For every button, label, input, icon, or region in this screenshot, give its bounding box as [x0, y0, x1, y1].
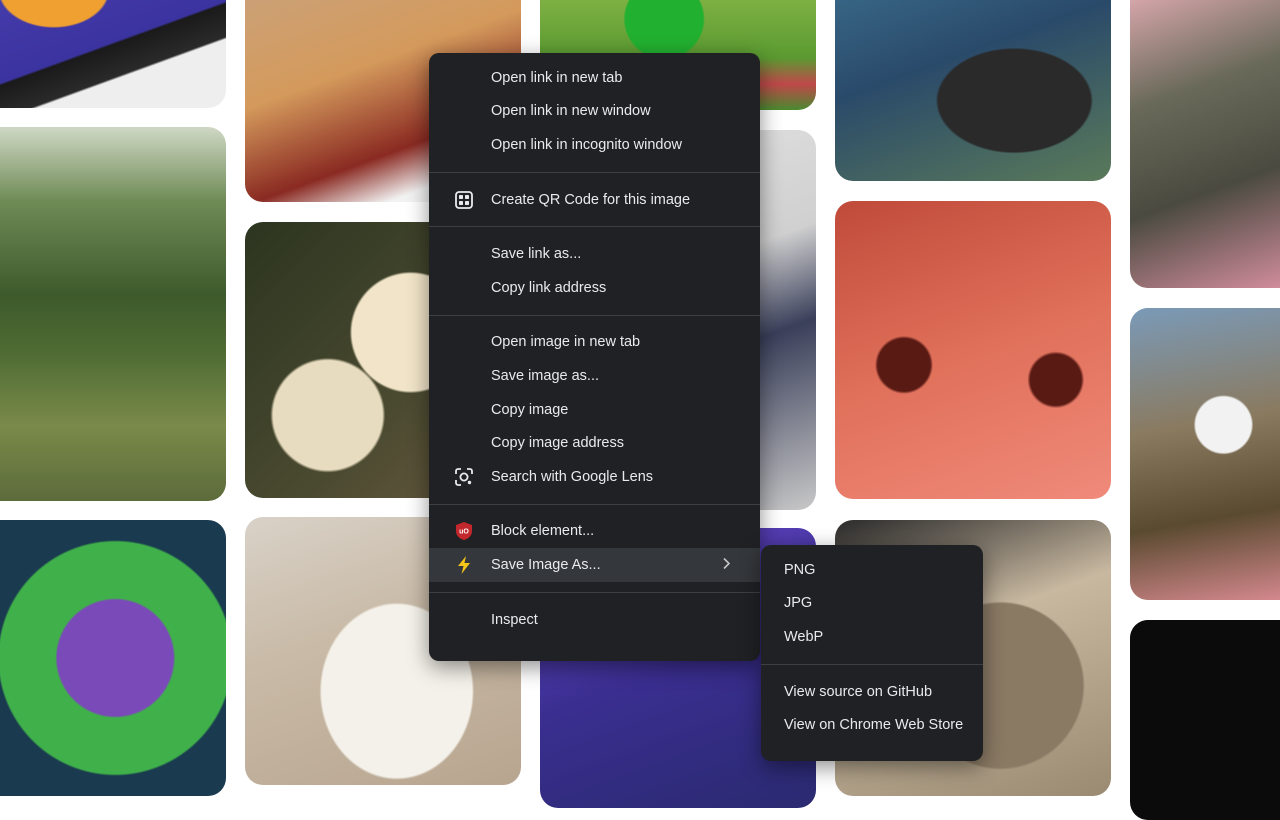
submenu-item-label: PNG — [784, 561, 816, 578]
menu-copy-image[interactable]: Copy image — [429, 393, 760, 427]
submenu-view-github[interactable]: View source on GitHub — [761, 675, 983, 709]
qr-code-icon — [453, 189, 475, 211]
menu-item-label: Save link as... — [491, 246, 582, 263]
save-image-as-submenu: PNG JPG WebP View source on GitHub View … — [761, 545, 983, 761]
submenu-item-label: JPG — [784, 595, 813, 612]
image-tile-knight-flowers[interactable] — [1130, 0, 1280, 288]
menu-item-label: Save Image As... — [491, 556, 601, 573]
submenu-jpg[interactable]: JPG — [761, 587, 983, 621]
menu-item-label: Copy image — [491, 401, 569, 418]
menu-save-image-as-extension[interactable]: Save Image As... — [429, 548, 760, 582]
menu-open-image-new-tab[interactable]: Open image in new tab — [429, 326, 760, 360]
lightning-bolt-icon — [453, 554, 475, 576]
menu-item-label: Open image in new tab — [491, 334, 641, 351]
menu-copy-link-address[interactable]: Copy link address — [429, 271, 760, 305]
submenu-item-label: View on Chrome Web Store — [784, 717, 964, 734]
submenu-webp[interactable]: WebP — [761, 620, 983, 654]
context-menu: Open link in new tab Open link in new wi… — [429, 53, 760, 661]
image-tile-starfield[interactable] — [1130, 620, 1280, 820]
menu-separator — [429, 171, 760, 173]
menu-save-link-as[interactable]: Save link as... — [429, 237, 760, 271]
ublock-shield-icon: uO — [453, 520, 475, 542]
submenu-item-label: WebP — [784, 628, 824, 645]
menu-separator — [429, 226, 760, 228]
svg-text:uO: uO — [459, 529, 469, 536]
menu-separator — [429, 314, 760, 316]
menu-item-label: Block element... — [491, 523, 595, 540]
menu-open-link-new-window[interactable]: Open link in new window — [429, 95, 760, 129]
google-lens-icon — [453, 466, 475, 488]
image-tile-gengar[interactable] — [0, 520, 226, 796]
menu-separator — [429, 503, 760, 505]
image-tile-penguin[interactable] — [0, 0, 226, 108]
menu-item-label: Search with Google Lens — [491, 468, 654, 485]
submenu-png[interactable]: PNG — [761, 553, 983, 587]
image-tile-van-gogh[interactable] — [835, 0, 1111, 181]
menu-inspect[interactable]: Inspect — [429, 603, 760, 637]
menu-item-label: Open link in incognito window — [491, 136, 683, 153]
menu-item-label: Inspect — [491, 611, 538, 628]
submenu-item-label: View source on GitHub — [784, 683, 933, 700]
image-tile-garden[interactable] — [0, 127, 226, 501]
menu-item-label: Copy image address — [491, 435, 624, 452]
menu-save-image-as[interactable]: Save image as... — [429, 359, 760, 393]
chevron-right-icon — [722, 557, 731, 572]
submenu-view-chrome-web-store[interactable]: View on Chrome Web Store — [761, 708, 983, 742]
menu-block-element[interactable]: uO Block element... — [429, 515, 760, 549]
menu-open-link-new-tab[interactable]: Open link in new tab — [429, 61, 760, 95]
menu-item-label: Save image as... — [491, 367, 599, 384]
menu-create-qr-code[interactable]: Create QR Code for this image — [429, 183, 760, 217]
menu-open-link-incognito[interactable]: Open link in incognito window — [429, 128, 760, 162]
menu-separator — [429, 591, 760, 593]
menu-separator — [761, 663, 983, 665]
menu-item-label: Open link in new window — [491, 103, 651, 120]
image-tile-knight-cat[interactable] — [1130, 308, 1280, 600]
menu-copy-image-address[interactable]: Copy image address — [429, 426, 760, 460]
menu-item-label: Create QR Code for this image — [491, 191, 691, 208]
menu-search-google-lens[interactable]: Search with Google Lens — [429, 460, 760, 494]
menu-item-label: Copy link address — [491, 279, 607, 296]
menu-item-label: Open link in new tab — [491, 69, 623, 86]
image-tile-pixel-cat[interactable] — [835, 201, 1111, 499]
